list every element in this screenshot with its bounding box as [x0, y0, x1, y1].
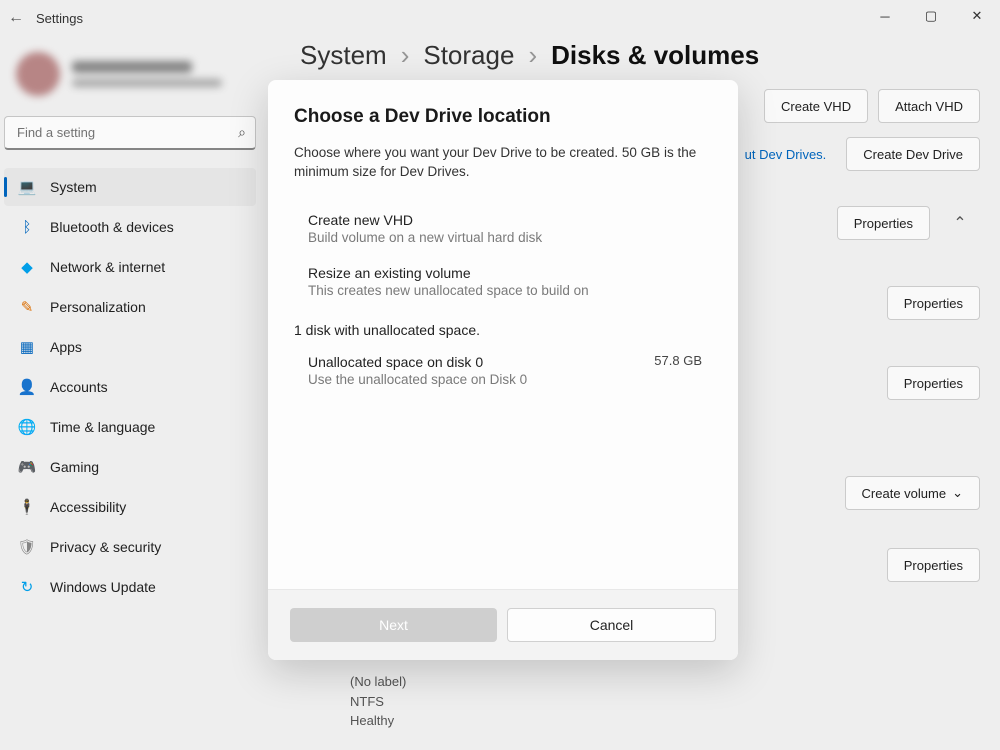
unallocated-section-header: 1 disk with unallocated space. — [294, 322, 712, 338]
option-unallocated-disk-0[interactable]: Unallocated space on disk 0 Use the unal… — [294, 352, 712, 405]
option-resize-volume[interactable]: Resize an existing volume This creates n… — [294, 263, 712, 316]
cancel-button[interactable]: Cancel — [507, 608, 716, 642]
unallocated-size: 57.8 GB — [654, 353, 702, 368]
dialog-title: Choose a Dev Drive location — [294, 106, 712, 128]
next-button[interactable]: Next — [290, 608, 497, 642]
dialog-description: Choose where you want your Dev Drive to … — [294, 144, 712, 182]
dev-drive-location-dialog: Choose a Dev Drive location Choose where… — [268, 80, 738, 660]
option-create-new-vhd[interactable]: Create new VHD Build volume on a new vir… — [294, 210, 712, 263]
dialog-footer: Next Cancel — [268, 589, 738, 660]
